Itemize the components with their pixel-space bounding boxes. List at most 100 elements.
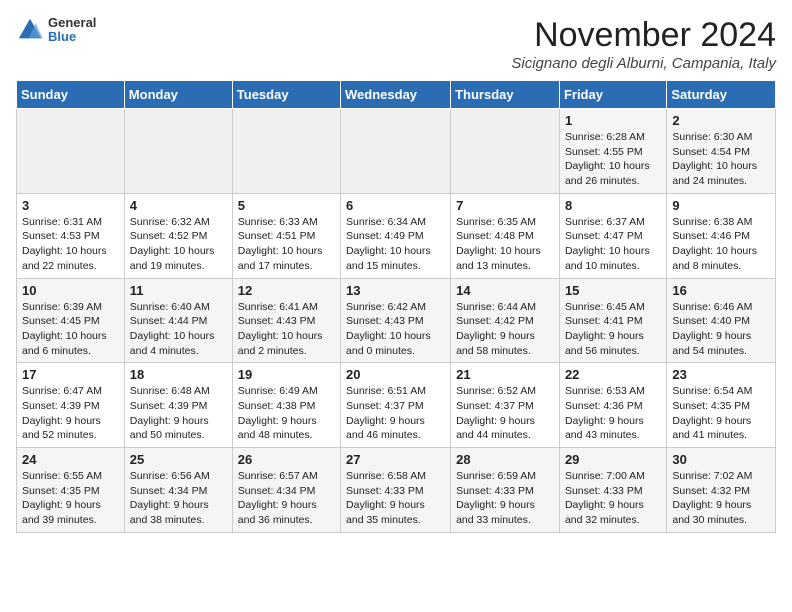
day-number: 25 xyxy=(130,452,227,467)
table-row: 16 Sunrise: 6:46 AMSunset: 4:40 PMDaylig… xyxy=(667,278,776,363)
table-row: 27 Sunrise: 6:58 AMSunset: 4:33 PMDaylig… xyxy=(341,448,451,533)
day-number: 5 xyxy=(238,198,335,213)
calendar-table: Sunday Monday Tuesday Wednesday Thursday… xyxy=(16,80,776,533)
day-info: Sunrise: 6:30 AMSunset: 4:54 PMDaylight:… xyxy=(672,131,757,187)
day-info: Sunrise: 7:02 AMSunset: 4:32 PMDaylight:… xyxy=(672,470,752,526)
day-number: 17 xyxy=(22,367,119,382)
table-row: 23 Sunrise: 6:54 AMSunset: 4:35 PMDaylig… xyxy=(667,363,776,448)
table-row: 26 Sunrise: 6:57 AMSunset: 4:34 PMDaylig… xyxy=(232,448,340,533)
day-info: Sunrise: 6:46 AMSunset: 4:40 PMDaylight:… xyxy=(672,301,752,357)
table-row: 28 Sunrise: 6:59 AMSunset: 4:33 PMDaylig… xyxy=(451,448,560,533)
page-header: General Blue November 2024 Sicignano deg… xyxy=(16,16,776,72)
calendar-week-row: 3 Sunrise: 6:31 AMSunset: 4:53 PMDayligh… xyxy=(17,193,776,278)
day-number: 29 xyxy=(565,452,661,467)
table-row: 19 Sunrise: 6:49 AMSunset: 4:38 PMDaylig… xyxy=(232,363,340,448)
day-number: 14 xyxy=(456,283,554,298)
header-sunday: Sunday xyxy=(17,81,125,109)
day-number: 21 xyxy=(456,367,554,382)
day-info: Sunrise: 6:42 AMSunset: 4:43 PMDaylight:… xyxy=(346,301,431,357)
table-row xyxy=(232,109,340,194)
table-row: 21 Sunrise: 6:52 AMSunset: 4:37 PMDaylig… xyxy=(451,363,560,448)
table-row xyxy=(17,109,125,194)
table-row: 24 Sunrise: 6:55 AMSunset: 4:35 PMDaylig… xyxy=(17,448,125,533)
table-row: 1 Sunrise: 6:28 AMSunset: 4:55 PMDayligh… xyxy=(559,109,666,194)
day-info: Sunrise: 6:53 AMSunset: 4:36 PMDaylight:… xyxy=(565,385,645,441)
day-number: 23 xyxy=(672,367,770,382)
day-info: Sunrise: 6:55 AMSunset: 4:35 PMDaylight:… xyxy=(22,470,102,526)
day-info: Sunrise: 6:57 AMSunset: 4:34 PMDaylight:… xyxy=(238,470,318,526)
logo-icon xyxy=(16,16,44,44)
logo: General Blue xyxy=(16,16,96,45)
day-info: Sunrise: 7:00 AMSunset: 4:33 PMDaylight:… xyxy=(565,470,645,526)
day-number: 7 xyxy=(456,198,554,213)
day-number: 20 xyxy=(346,367,445,382)
day-number: 3 xyxy=(22,198,119,213)
day-number: 27 xyxy=(346,452,445,467)
table-row: 11 Sunrise: 6:40 AMSunset: 4:44 PMDaylig… xyxy=(124,278,232,363)
day-info: Sunrise: 6:49 AMSunset: 4:38 PMDaylight:… xyxy=(238,385,318,441)
day-number: 30 xyxy=(672,452,770,467)
table-row: 13 Sunrise: 6:42 AMSunset: 4:43 PMDaylig… xyxy=(341,278,451,363)
table-row: 2 Sunrise: 6:30 AMSunset: 4:54 PMDayligh… xyxy=(667,109,776,194)
table-row xyxy=(124,109,232,194)
table-row: 25 Sunrise: 6:56 AMSunset: 4:34 PMDaylig… xyxy=(124,448,232,533)
logo-general: General xyxy=(48,16,96,30)
day-info: Sunrise: 6:52 AMSunset: 4:37 PMDaylight:… xyxy=(456,385,536,441)
day-number: 12 xyxy=(238,283,335,298)
table-row: 3 Sunrise: 6:31 AMSunset: 4:53 PMDayligh… xyxy=(17,193,125,278)
header-friday: Friday xyxy=(559,81,666,109)
table-row: 20 Sunrise: 6:51 AMSunset: 4:37 PMDaylig… xyxy=(341,363,451,448)
day-info: Sunrise: 6:56 AMSunset: 4:34 PMDaylight:… xyxy=(130,470,210,526)
day-number: 8 xyxy=(565,198,661,213)
day-number: 11 xyxy=(130,283,227,298)
table-row: 12 Sunrise: 6:41 AMSunset: 4:43 PMDaylig… xyxy=(232,278,340,363)
title-block: November 2024 Sicignano degli Alburni, C… xyxy=(511,16,776,72)
day-info: Sunrise: 6:32 AMSunset: 4:52 PMDaylight:… xyxy=(130,216,215,272)
header-thursday: Thursday xyxy=(451,81,560,109)
day-info: Sunrise: 6:39 AMSunset: 4:45 PMDaylight:… xyxy=(22,301,107,357)
day-number: 22 xyxy=(565,367,661,382)
day-info: Sunrise: 6:59 AMSunset: 4:33 PMDaylight:… xyxy=(456,470,536,526)
table-row: 14 Sunrise: 6:44 AMSunset: 4:42 PMDaylig… xyxy=(451,278,560,363)
month-title: November 2024 xyxy=(511,16,776,55)
header-tuesday: Tuesday xyxy=(232,81,340,109)
table-row: 6 Sunrise: 6:34 AMSunset: 4:49 PMDayligh… xyxy=(341,193,451,278)
table-row: 22 Sunrise: 6:53 AMSunset: 4:36 PMDaylig… xyxy=(559,363,666,448)
table-row: 7 Sunrise: 6:35 AMSunset: 4:48 PMDayligh… xyxy=(451,193,560,278)
day-info: Sunrise: 6:28 AMSunset: 4:55 PMDaylight:… xyxy=(565,131,650,187)
day-info: Sunrise: 6:37 AMSunset: 4:47 PMDaylight:… xyxy=(565,216,650,272)
day-number: 6 xyxy=(346,198,445,213)
day-info: Sunrise: 6:41 AMSunset: 4:43 PMDaylight:… xyxy=(238,301,323,357)
day-info: Sunrise: 6:51 AMSunset: 4:37 PMDaylight:… xyxy=(346,385,426,441)
table-row xyxy=(451,109,560,194)
day-number: 28 xyxy=(456,452,554,467)
day-number: 13 xyxy=(346,283,445,298)
header-monday: Monday xyxy=(124,81,232,109)
location-title: Sicignano degli Alburni, Campania, Italy xyxy=(511,55,776,72)
calendar-week-row: 17 Sunrise: 6:47 AMSunset: 4:39 PMDaylig… xyxy=(17,363,776,448)
table-row: 4 Sunrise: 6:32 AMSunset: 4:52 PMDayligh… xyxy=(124,193,232,278)
day-number: 10 xyxy=(22,283,119,298)
day-number: 26 xyxy=(238,452,335,467)
table-row: 18 Sunrise: 6:48 AMSunset: 4:39 PMDaylig… xyxy=(124,363,232,448)
calendar-week-row: 1 Sunrise: 6:28 AMSunset: 4:55 PMDayligh… xyxy=(17,109,776,194)
logo-text: General Blue xyxy=(48,16,96,45)
header-wednesday: Wednesday xyxy=(341,81,451,109)
header-saturday: Saturday xyxy=(667,81,776,109)
day-info: Sunrise: 6:44 AMSunset: 4:42 PMDaylight:… xyxy=(456,301,536,357)
day-info: Sunrise: 6:58 AMSunset: 4:33 PMDaylight:… xyxy=(346,470,426,526)
day-info: Sunrise: 6:35 AMSunset: 4:48 PMDaylight:… xyxy=(456,216,541,272)
table-row: 29 Sunrise: 7:00 AMSunset: 4:33 PMDaylig… xyxy=(559,448,666,533)
table-row: 17 Sunrise: 6:47 AMSunset: 4:39 PMDaylig… xyxy=(17,363,125,448)
table-row: 15 Sunrise: 6:45 AMSunset: 4:41 PMDaylig… xyxy=(559,278,666,363)
table-row: 30 Sunrise: 7:02 AMSunset: 4:32 PMDaylig… xyxy=(667,448,776,533)
calendar-week-row: 24 Sunrise: 6:55 AMSunset: 4:35 PMDaylig… xyxy=(17,448,776,533)
table-row: 8 Sunrise: 6:37 AMSunset: 4:47 PMDayligh… xyxy=(559,193,666,278)
calendar-header-row: Sunday Monday Tuesday Wednesday Thursday… xyxy=(17,81,776,109)
day-info: Sunrise: 6:40 AMSunset: 4:44 PMDaylight:… xyxy=(130,301,215,357)
day-number: 18 xyxy=(130,367,227,382)
day-number: 2 xyxy=(672,113,770,128)
table-row: 9 Sunrise: 6:38 AMSunset: 4:46 PMDayligh… xyxy=(667,193,776,278)
day-number: 24 xyxy=(22,452,119,467)
day-info: Sunrise: 6:47 AMSunset: 4:39 PMDaylight:… xyxy=(22,385,102,441)
